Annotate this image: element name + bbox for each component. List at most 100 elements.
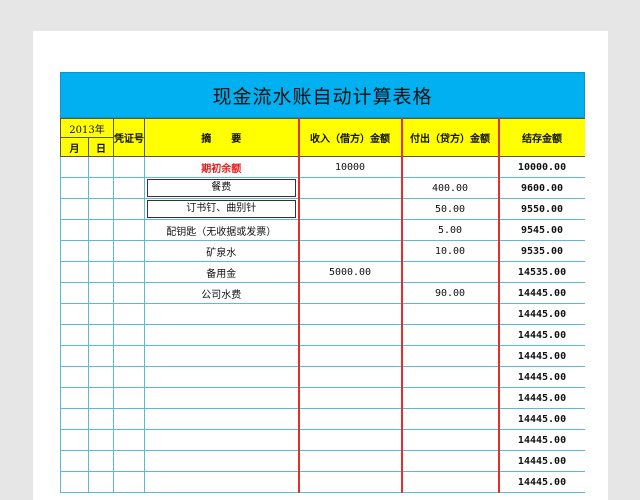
summary-cell[interactable]: 矿泉水 xyxy=(144,240,300,262)
balance-cell[interactable]: 14445.00 xyxy=(498,366,585,388)
month-cell[interactable] xyxy=(60,408,89,430)
voucher-cell[interactable] xyxy=(113,345,146,367)
header-income[interactable]: 收入（借方）金额 xyxy=(298,118,403,157)
month-cell[interactable] xyxy=(60,450,89,472)
header-month[interactable]: 月 xyxy=(60,137,89,157)
month-cell[interactable] xyxy=(60,366,89,388)
balance-cell[interactable]: 9545.00 xyxy=(498,219,585,241)
expense-cell[interactable] xyxy=(401,366,500,388)
voucher-cell[interactable] xyxy=(113,408,146,430)
expense-cell[interactable] xyxy=(401,303,500,325)
day-cell[interactable] xyxy=(87,177,115,199)
month-cell[interactable] xyxy=(60,177,89,199)
voucher-cell[interactable] xyxy=(113,261,146,283)
income-cell[interactable] xyxy=(298,219,403,241)
balance-cell[interactable]: 14445.00 xyxy=(498,387,585,409)
balance-cell[interactable]: 10000.00 xyxy=(498,156,585,178)
income-cell[interactable] xyxy=(298,471,403,493)
income-cell[interactable] xyxy=(298,198,403,220)
day-cell[interactable] xyxy=(87,345,115,367)
header-balance[interactable]: 结存金额 xyxy=(498,118,585,157)
day-cell[interactable] xyxy=(87,387,115,409)
month-cell[interactable] xyxy=(60,282,89,304)
month-cell[interactable] xyxy=(60,387,89,409)
month-cell[interactable] xyxy=(60,156,89,178)
expense-cell[interactable]: 50.00 xyxy=(401,198,500,220)
summary-cell[interactable] xyxy=(144,408,300,430)
day-cell[interactable] xyxy=(87,156,115,178)
expense-cell[interactable]: 10.00 xyxy=(401,240,500,262)
month-cell[interactable] xyxy=(60,345,89,367)
summary-cell[interactable] xyxy=(144,387,300,409)
balance-cell[interactable]: 14445.00 xyxy=(498,282,585,304)
month-cell[interactable] xyxy=(60,324,89,346)
day-cell[interactable] xyxy=(87,240,115,262)
balance-cell[interactable]: 14445.00 xyxy=(498,324,585,346)
expense-cell[interactable]: 5.00 xyxy=(401,219,500,241)
expense-cell[interactable] xyxy=(401,261,500,283)
voucher-cell[interactable] xyxy=(113,471,146,493)
day-cell[interactable] xyxy=(87,408,115,430)
expense-cell[interactable] xyxy=(401,408,500,430)
day-cell[interactable] xyxy=(87,303,115,325)
expense-cell[interactable] xyxy=(401,429,500,451)
day-cell[interactable] xyxy=(87,261,115,283)
voucher-cell[interactable] xyxy=(113,366,146,388)
summary-cell[interactable] xyxy=(144,303,300,325)
voucher-cell[interactable] xyxy=(113,387,146,409)
day-cell[interactable] xyxy=(87,219,115,241)
income-cell[interactable] xyxy=(298,387,403,409)
expense-cell[interactable]: 90.00 xyxy=(401,282,500,304)
balance-cell[interactable]: 14445.00 xyxy=(498,429,585,451)
balance-cell[interactable]: 9535.00 xyxy=(498,240,585,262)
day-cell[interactable] xyxy=(87,198,115,220)
summary-cell[interactable] xyxy=(144,429,300,451)
expense-cell[interactable] xyxy=(401,450,500,472)
voucher-cell[interactable] xyxy=(113,450,146,472)
day-cell[interactable] xyxy=(87,324,115,346)
income-cell[interactable] xyxy=(298,408,403,430)
voucher-cell[interactable] xyxy=(113,219,146,241)
header-voucher[interactable]: 凭证号 xyxy=(113,118,146,157)
income-cell[interactable] xyxy=(298,177,403,199)
voucher-cell[interactable] xyxy=(113,282,146,304)
income-cell[interactable]: 5000.00 xyxy=(298,261,403,283)
summary-cell[interactable]: 订书钉、曲别针 xyxy=(144,198,300,220)
balance-cell[interactable]: 14445.00 xyxy=(498,471,585,493)
month-cell[interactable] xyxy=(60,219,89,241)
voucher-cell[interactable] xyxy=(113,429,146,451)
income-cell[interactable]: 10000 xyxy=(298,156,403,178)
income-cell[interactable] xyxy=(298,345,403,367)
month-cell[interactable] xyxy=(60,471,89,493)
summary-cell[interactable] xyxy=(144,324,300,346)
day-cell[interactable] xyxy=(87,429,115,451)
summary-cell[interactable]: 备用金 xyxy=(144,261,300,283)
summary-cell[interactable] xyxy=(144,366,300,388)
day-cell[interactable] xyxy=(87,282,115,304)
summary-cell[interactable]: 配钥匙（无收据或发票） xyxy=(144,219,300,241)
day-cell[interactable] xyxy=(87,450,115,472)
balance-cell[interactable]: 9550.00 xyxy=(498,198,585,220)
income-cell[interactable] xyxy=(298,303,403,325)
balance-cell[interactable]: 14445.00 xyxy=(498,408,585,430)
month-cell[interactable] xyxy=(60,198,89,220)
header-day[interactable]: 日 xyxy=(87,137,115,157)
header-expense[interactable]: 付出（贷方）金额 xyxy=(401,118,500,157)
summary-cell[interactable] xyxy=(144,471,300,493)
expense-cell[interactable]: 400.00 xyxy=(401,177,500,199)
summary-cell[interactable]: 期初余额 xyxy=(144,156,300,178)
voucher-cell[interactable] xyxy=(113,198,146,220)
voucher-cell[interactable] xyxy=(113,240,146,262)
summary-cell[interactable] xyxy=(144,450,300,472)
balance-cell[interactable]: 14445.00 xyxy=(498,450,585,472)
expense-cell[interactable] xyxy=(401,324,500,346)
month-cell[interactable] xyxy=(60,261,89,283)
header-year[interactable]: 2013年 xyxy=(60,118,115,138)
balance-cell[interactable]: 14535.00 xyxy=(498,261,585,283)
expense-cell[interactable] xyxy=(401,156,500,178)
day-cell[interactable] xyxy=(87,471,115,493)
month-cell[interactable] xyxy=(60,303,89,325)
month-cell[interactable] xyxy=(60,429,89,451)
summary-cell[interactable]: 公司水费 xyxy=(144,282,300,304)
voucher-cell[interactable] xyxy=(113,177,146,199)
